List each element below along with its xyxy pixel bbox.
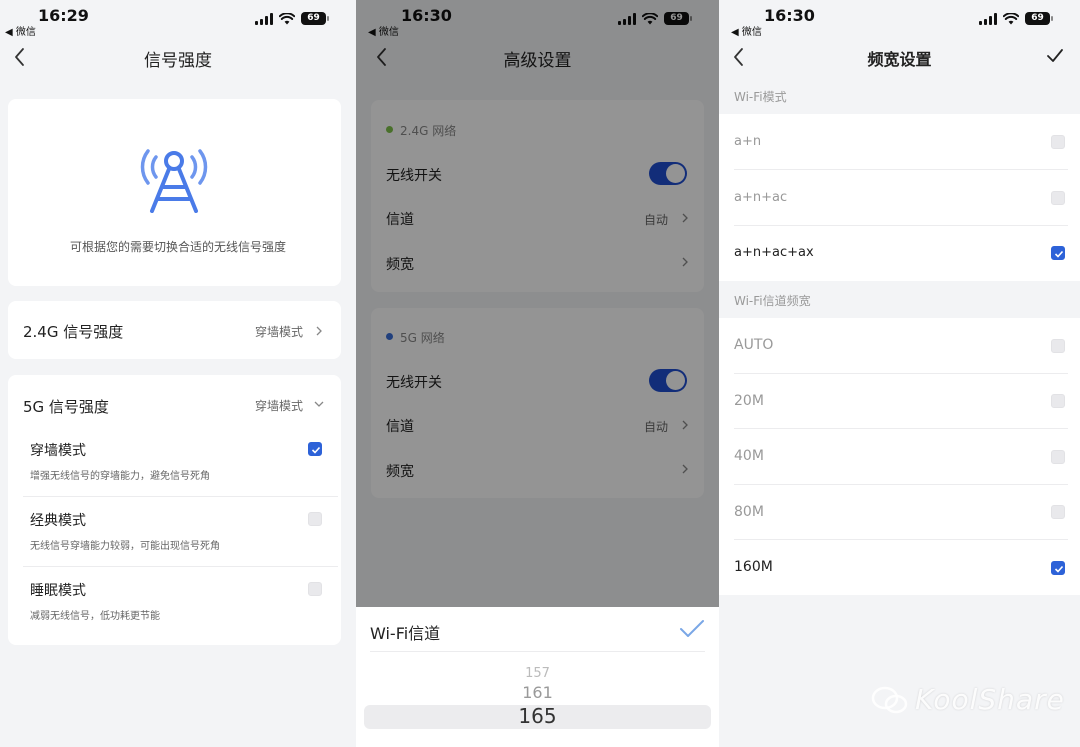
hero-hint: 可根据您的需要切换合适的无线信号强度 (69, 240, 286, 254)
modal-overlay[interactable] (356, 0, 719, 607)
mode-desc: 减弱无线信号，低功耗更节能 (30, 611, 160, 622)
divider (734, 428, 1068, 429)
confirm-check-icon[interactable] (1046, 47, 1064, 65)
divider (734, 484, 1068, 485)
status-icons: 69 (979, 12, 1053, 25)
divider (23, 496, 338, 497)
page-title: 频宽设置 (867, 50, 932, 69)
picker-option-selected[interactable]: 165 (356, 704, 719, 728)
nav-bar: 频宽设置 (719, 38, 1080, 76)
bandwidth-settings-screen: 16:30 ◀ 微信 69 频宽设置 Wi-Fi模式 a+n a+n+ac a+… (719, 0, 1080, 747)
cellular-signal-icon (255, 12, 273, 25)
checkbox-checked[interactable] (1051, 246, 1065, 260)
list-item-label: 20M (734, 393, 764, 409)
mode-desc: 无线信号穿墙能力较弱，可能出现信号死角 (30, 541, 220, 552)
checkbox-unchecked[interactable] (308, 582, 322, 596)
watermark-text: KoolShare (915, 683, 1065, 716)
checkbox-unchecked[interactable] (1051, 339, 1065, 353)
divider (734, 169, 1068, 170)
group-title: Wi-Fi模式 (734, 90, 787, 104)
list-item-label: a+n+ac (734, 190, 788, 205)
status-bar: 16:30 ◀ 微信 69 (719, 0, 1080, 40)
confirm-check-icon[interactable] (679, 619, 705, 639)
picker-option[interactable]: 161 (356, 683, 719, 702)
sheet-title: Wi-Fi信道 (370, 624, 441, 643)
divider (734, 539, 1068, 540)
checkbox-unchecked[interactable] (1051, 191, 1065, 205)
mode-title: 睡眠模式 (30, 583, 86, 599)
status-icons: 69 (255, 12, 329, 25)
divider (23, 566, 338, 567)
checkbox-checked[interactable] (1051, 561, 1065, 575)
chevron-down-icon (314, 401, 324, 407)
mode-desc: 增强无线信号的穿墙能力，避免信号死角 (30, 471, 210, 482)
divider (734, 225, 1068, 226)
back-to-app-link[interactable]: ◀ 微信 (731, 23, 762, 38)
list-item-label: a+n (734, 134, 762, 149)
signal-tower-icon (140, 149, 208, 213)
status-bar: 16:29 ◀ 微信 69 (0, 0, 356, 40)
page-title: 信号强度 (144, 51, 212, 71)
battery-icon: 69 (301, 12, 329, 25)
wechat-logo-icon (871, 686, 908, 714)
checkbox-checked[interactable] (308, 442, 322, 456)
mode-title: 穿墙模式 (30, 443, 86, 459)
list-item-label: AUTO (734, 337, 774, 353)
list-item-label: 40M (734, 448, 764, 464)
chevron-right-icon (316, 326, 322, 336)
band-24-value: 穿墙模式 (255, 325, 304, 339)
cellular-signal-icon (979, 12, 997, 25)
checkbox-unchecked[interactable] (1051, 505, 1065, 519)
band-5-label: 5G 信号强度 (23, 398, 109, 416)
bandwidth-list (719, 318, 1080, 595)
wifi-icon (1003, 12, 1019, 24)
battery-icon: 69 (1025, 12, 1053, 25)
group-title: Wi-Fi信道频宽 (734, 294, 811, 308)
status-time: 16:29 (38, 6, 89, 25)
check-icon (1054, 250, 1064, 258)
signal-strength-screen: 16:29 ◀ 微信 69 信号强度 可根据您的需要切换合适的无线信号强度 2.… (0, 0, 356, 747)
check-icon (1054, 565, 1064, 573)
nav-bar: 信号强度 (0, 38, 356, 76)
list-item-label: a+n+ac+ax (734, 245, 814, 260)
wifi-icon (279, 12, 295, 24)
checkbox-unchecked[interactable] (1051, 450, 1065, 464)
checkbox-unchecked[interactable] (1051, 135, 1065, 149)
band-24-label: 2.4G 信号强度 (23, 323, 124, 341)
check-icon (311, 446, 321, 454)
divider (370, 651, 705, 652)
list-item-label: 80M (734, 504, 764, 520)
advanced-settings-screen: 16:30 ◀ 微信 69 高级设置 2.4G 网络 无线开关 信道 自动 频宽… (356, 0, 719, 747)
mode-title: 经典模式 (30, 513, 86, 529)
checkbox-unchecked[interactable] (1051, 394, 1065, 408)
band-5-value[interactable]: 穿墙模式 (255, 397, 303, 414)
checkbox-unchecked[interactable] (308, 512, 322, 526)
back-to-app-link[interactable]: ◀ 微信 (5, 23, 36, 38)
picker-option[interactable]: 157 (356, 666, 719, 681)
channel-picker-sheet: Wi-Fi信道 157 161 165 (356, 607, 719, 747)
divider (734, 373, 1068, 374)
list-item-label: 160M (734, 559, 773, 575)
status-time: 16:30 (764, 6, 815, 25)
